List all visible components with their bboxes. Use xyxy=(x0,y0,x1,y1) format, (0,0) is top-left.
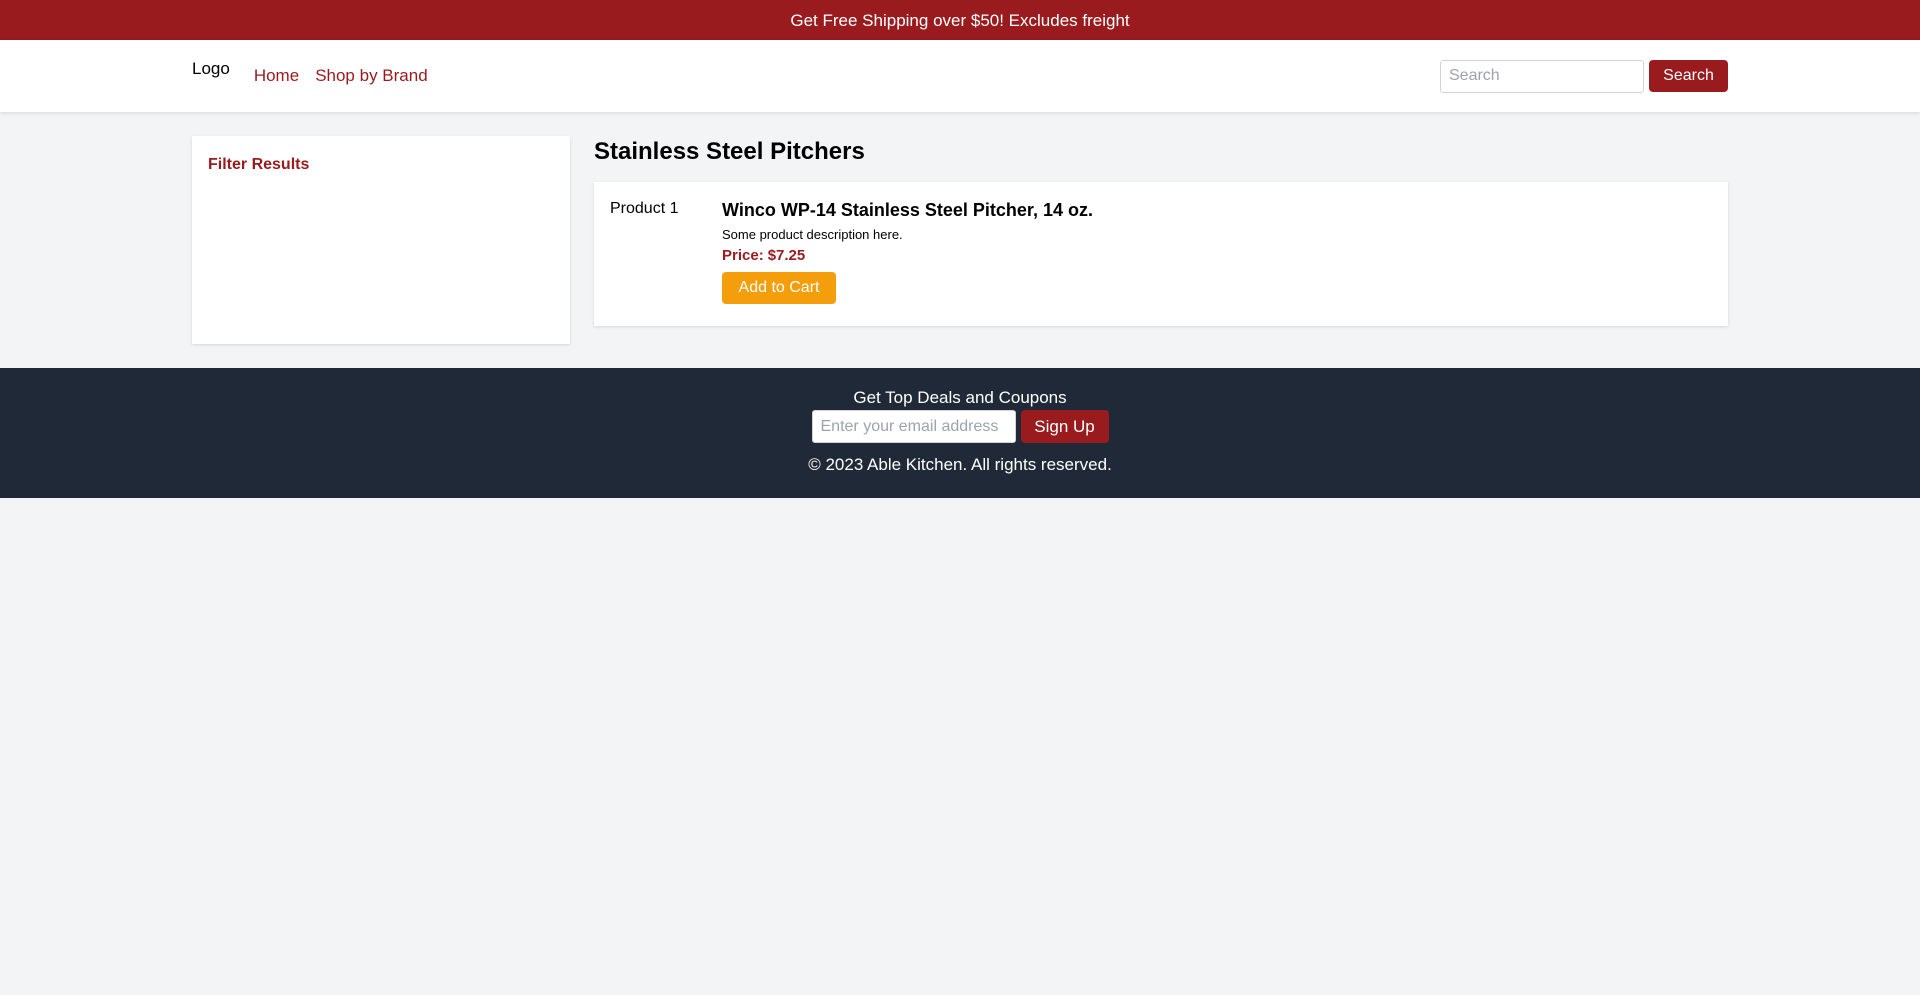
email-field[interactable] xyxy=(811,410,1016,443)
newsletter-form: Sign Up xyxy=(0,410,1920,443)
promo-banner: Get Free Shipping over $50! Excludes fre… xyxy=(0,0,1920,40)
page-title: Stainless Steel Pitchers xyxy=(594,138,865,165)
main-content: Filter Results Stainless Steel Pitchers … xyxy=(192,112,1728,368)
search-button[interactable]: Search xyxy=(1649,60,1728,92)
copyright-text: © 2023 Able Kitchen. All rights reserved… xyxy=(808,455,1112,474)
header-inner: Logo Home Shop by Brand Search xyxy=(192,40,1728,112)
product-image-placeholder[interactable]: Product 1 xyxy=(610,200,722,308)
nav-link-shop-by-brand[interactable]: Shop by Brand xyxy=(315,66,427,86)
search-input[interactable] xyxy=(1440,59,1644,93)
promo-text: Get Free Shipping over $50! Excludes fre… xyxy=(790,11,1130,30)
sign-up-button[interactable]: Sign Up xyxy=(1020,410,1109,443)
product-price: Price: $7.25 xyxy=(722,247,1093,264)
logo[interactable]: Logo xyxy=(192,59,230,79)
filter-sidebar: Filter Results xyxy=(192,136,570,344)
product-info: Winco WP-14 Stainless Steel Pitcher, 14 … xyxy=(722,200,1093,308)
product-section: Stainless Steel Pitchers Product 1 Winco… xyxy=(594,136,1728,368)
price-label: Price: xyxy=(722,247,764,264)
filter-title: Filter Results xyxy=(208,156,310,173)
product-card: Product 1 Winco WP-14 Stainless Steel Pi… xyxy=(594,182,1728,326)
newsletter-heading: Get Top Deals and Coupons xyxy=(853,388,1067,407)
product-description: Some product description here. xyxy=(722,227,903,242)
site-header: Logo Home Shop by Brand Search xyxy=(0,40,1920,112)
search-form: Search xyxy=(1440,59,1728,93)
site-footer: Get Top Deals and Coupons Sign Up © 2023… xyxy=(0,368,1920,498)
add-to-cart-button[interactable]: Add to Cart xyxy=(722,272,836,304)
nav-link-home[interactable]: Home xyxy=(254,66,299,86)
product-name[interactable]: Winco WP-14 Stainless Steel Pitcher, 14 … xyxy=(722,200,1093,221)
price-value: $7.25 xyxy=(767,247,806,264)
